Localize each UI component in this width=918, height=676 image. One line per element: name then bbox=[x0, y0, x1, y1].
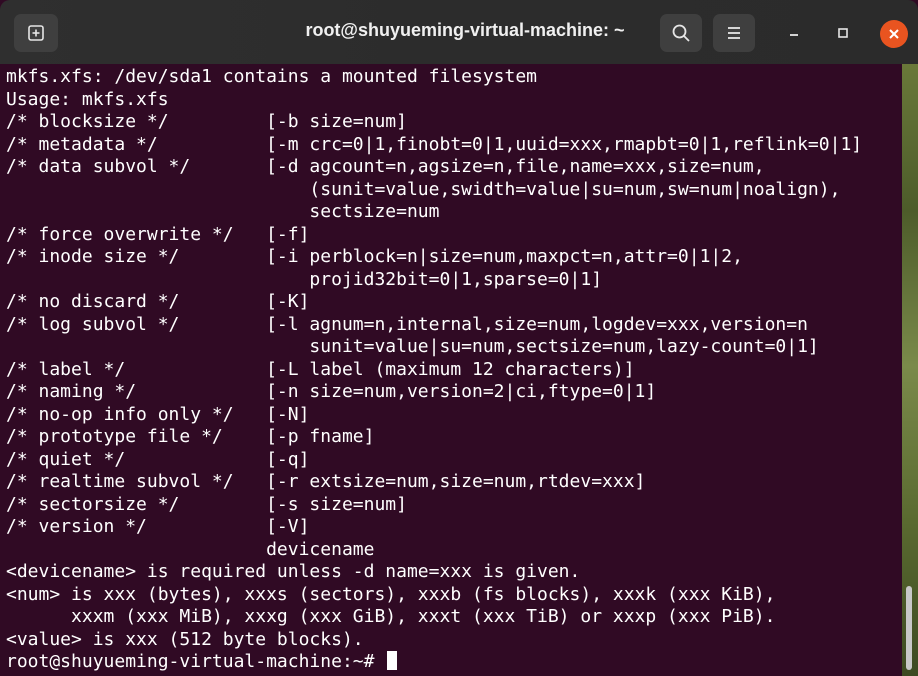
output-line: <num> is xxx (bytes), xxxs (sectors), xx… bbox=[6, 583, 776, 605]
output-line: (sunit=value,swidth=value|su=num,sw=num|… bbox=[6, 178, 841, 200]
output-line: sunit=value|su=num,sectsize=num,lazy-cou… bbox=[6, 336, 819, 357]
minimize-button[interactable] bbox=[781, 20, 807, 46]
output-line: /* no-op info only */ [-N] bbox=[6, 403, 310, 425]
scrollbar-thumb[interactable] bbox=[906, 586, 912, 670]
output-line: /* naming */ [-n size=num,version=2|ci,f… bbox=[6, 381, 657, 402]
output-line: /* version */ [-V] bbox=[6, 516, 310, 537]
output-line: /* force overwrite */ [-f] bbox=[6, 223, 310, 245]
output-line: Usage: mkfs.xfs bbox=[6, 88, 169, 110]
maximize-button[interactable] bbox=[830, 20, 856, 46]
minimize-icon bbox=[790, 34, 798, 36]
output-line: /* metadata */ [-m crc=0|1,finobt=0|1,uu… bbox=[6, 133, 863, 155]
new-tab-icon bbox=[28, 25, 44, 41]
terminal-window: root@shuyueming-virtual-machine: ~ mkfs.… bbox=[0, 0, 918, 676]
output-line: sectsize=num bbox=[6, 201, 440, 222]
output-line: /* no discard */ [-K] bbox=[6, 291, 310, 312]
output-line: devicename bbox=[6, 538, 375, 560]
desktop-wallpaper-strip bbox=[902, 56, 918, 676]
text-cursor bbox=[387, 651, 398, 670]
hamburger-menu-icon bbox=[728, 27, 740, 39]
prompt-line[interactable]: root@shuyueming-virtual-machine:~# bbox=[6, 651, 398, 674]
output-line: mkfs.xfs: /dev/sda1 contains a mounted f… bbox=[6, 66, 538, 87]
output-line: /* realtime subvol */ [-r extsize=num,si… bbox=[6, 471, 646, 492]
output-line: projid32bit=0|1,sparse=0|1] bbox=[6, 268, 603, 290]
output-line: /* log subvol */ [-l agnum=n,internal,si… bbox=[6, 313, 808, 335]
output-line: /* prototype file */ [-p fname] bbox=[6, 426, 375, 447]
window-title: root@shuyueming-virtual-machine: ~ bbox=[305, 20, 625, 40]
shell-prompt: root@shuyueming-virtual-machine:~# bbox=[6, 651, 386, 672]
search-icon bbox=[672, 24, 690, 42]
output-line: /* sectorsize */ [-s size=num] bbox=[6, 493, 407, 515]
search-button[interactable] bbox=[660, 14, 702, 52]
output-line: /* quiet */ [-q] bbox=[6, 448, 310, 470]
output-line: /* blocksize */ [-b size=num] bbox=[6, 111, 407, 132]
titlebar[interactable]: root@shuyueming-virtual-machine: ~ bbox=[0, 0, 918, 64]
menu-button[interactable] bbox=[713, 14, 755, 52]
output-line: <value> is xxx (512 byte blocks). bbox=[6, 628, 364, 650]
output-line: /* inode size */ [-i perblock=n|size=num… bbox=[6, 246, 743, 267]
output-line: /* label */ [-L label (maximum 12 charac… bbox=[6, 358, 635, 380]
output-line: xxxm (xxx MiB), xxxg (xxx GiB), xxxt (xx… bbox=[6, 606, 776, 627]
close-icon bbox=[889, 29, 899, 39]
output-line: /* data subvol */ [-d agcount=n,agsize=n… bbox=[6, 156, 765, 177]
close-button[interactable] bbox=[880, 20, 908, 48]
output-line: <devicename> is required unless -d name=… bbox=[6, 561, 581, 582]
maximize-icon bbox=[838, 28, 848, 38]
terminal-output[interactable]: mkfs.xfs: /dev/sda1 contains a mounted f… bbox=[0, 64, 902, 676]
new-tab-button[interactable] bbox=[14, 14, 58, 52]
